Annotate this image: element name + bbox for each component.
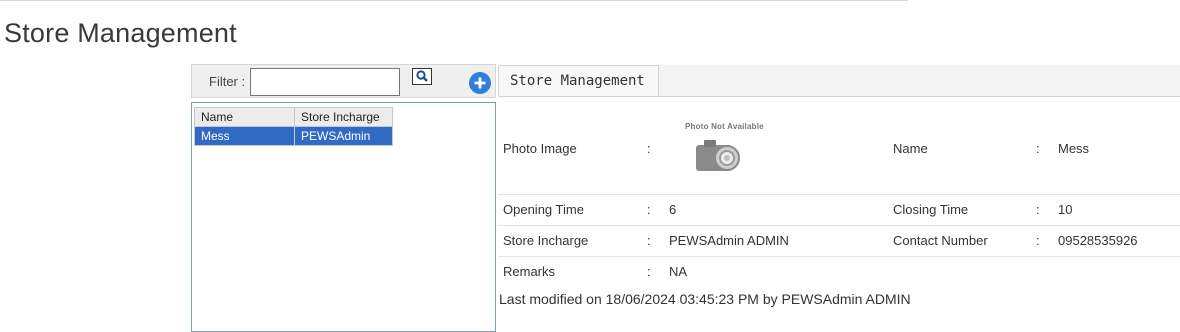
camera-icon (694, 137, 744, 178)
separator: : (647, 233, 651, 248)
tab-store-management[interactable]: Store Management (498, 65, 659, 96)
add-store-button[interactable] (469, 72, 491, 94)
top-divider (0, 0, 908, 1)
store-grid: Name Store Incharge Mess PEWSAdmin (194, 107, 393, 146)
table-row[interactable]: Mess PEWSAdmin (194, 126, 393, 146)
remarks-value: NA (669, 264, 688, 279)
opening-time-label: Opening Time (503, 202, 584, 217)
remarks-label: Remarks (503, 264, 556, 279)
detail-row-remarks: Remarks : NA (498, 257, 1180, 287)
detail-row-photo: Photo Image : Photo Not Available Name :… (498, 102, 1180, 195)
opening-time-value: 6 (669, 202, 677, 217)
tab-strip: Store Management (498, 65, 1180, 97)
column-header-name[interactable]: Name (194, 107, 295, 127)
store-incharge-value: PEWSAdmin ADMIN (669, 233, 789, 248)
photo-not-available-text: Photo Not Available (685, 122, 764, 131)
contact-number-label: Contact Number (893, 233, 988, 248)
detail-row-incharge: Store Incharge : PEWSAdmin ADMIN Contact… (498, 226, 1180, 257)
name-value: Mess (1058, 141, 1090, 156)
cell-store-incharge: PEWSAdmin (294, 126, 393, 146)
search-icon (413, 70, 431, 87)
separator: : (1036, 233, 1040, 248)
column-header-store-incharge[interactable]: Store Incharge (294, 107, 393, 127)
detail-row-times: Opening Time : 6 Closing Time : 10 (498, 195, 1180, 226)
separator: : (647, 264, 651, 279)
closing-time-label: Closing Time (893, 202, 969, 217)
photo-image-label: Photo Image (503, 141, 577, 156)
separator: : (647, 141, 651, 156)
cell-name: Mess (194, 126, 295, 146)
filter-input[interactable] (250, 68, 400, 96)
store-list-panel: Filter : Name Store Incharge Mess PEWSAd… (191, 64, 496, 332)
separator: : (1036, 141, 1040, 156)
search-button[interactable] (412, 68, 432, 85)
separator: : (647, 202, 651, 217)
store-incharge-label: Store Incharge (503, 233, 589, 248)
store-list: Name Store Incharge Mess PEWSAdmin (191, 102, 496, 332)
grid-header-row: Name Store Incharge (194, 107, 393, 127)
filter-bar: Filter : (191, 64, 496, 98)
name-label: Name (893, 141, 928, 156)
page-title: Store Management (4, 18, 237, 48)
separator: : (1036, 202, 1040, 217)
closing-time-value: 10 (1058, 202, 1073, 217)
last-modified-text: Last modified on 18/06/2024 03:45:23 PM … (499, 291, 911, 307)
filter-label: Filter : (209, 74, 246, 89)
contact-number-value: 09528535926 (1058, 233, 1138, 248)
